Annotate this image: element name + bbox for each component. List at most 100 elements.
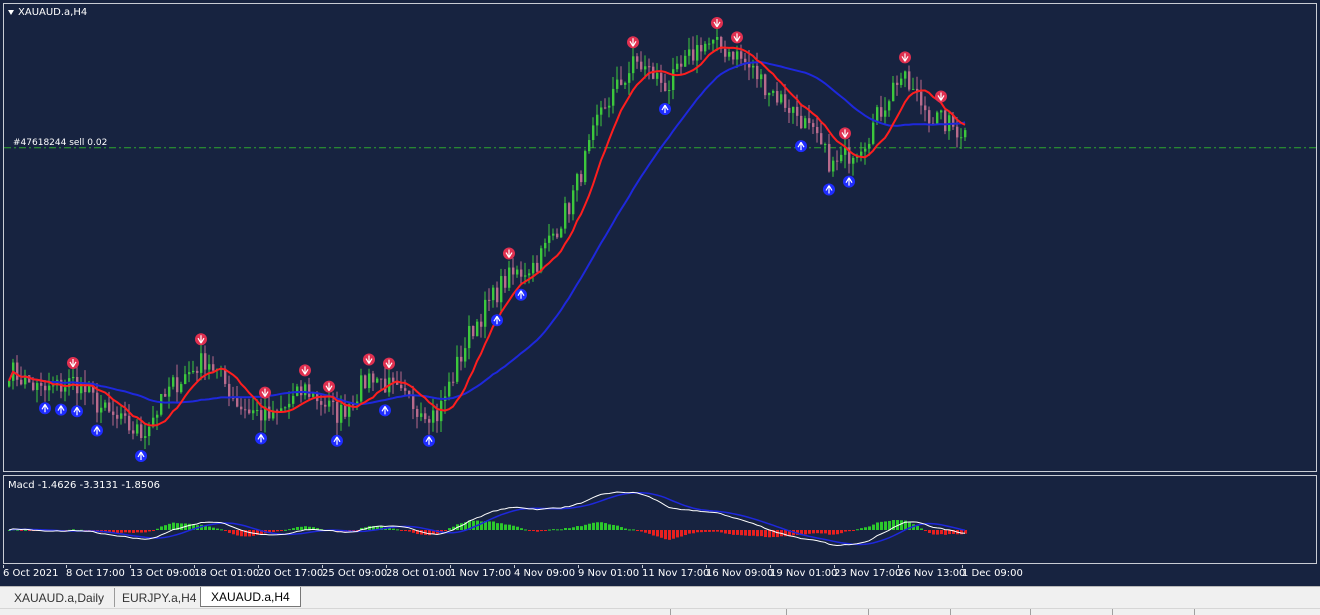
candle-body xyxy=(212,364,215,371)
price-candle xyxy=(708,37,711,50)
macd-histogram-bar xyxy=(668,530,671,540)
status-bar xyxy=(0,608,1320,615)
pane-menu-triangle-icon[interactable] xyxy=(8,9,14,15)
price-candle xyxy=(804,115,807,129)
price-chart-svg[interactable] xyxy=(4,4,1317,472)
candle-body xyxy=(840,154,843,162)
candle-body xyxy=(808,118,811,124)
macd-histogram-bar xyxy=(684,530,687,536)
macd-histogram-bar xyxy=(584,524,587,530)
fast-moving-average-line xyxy=(8,46,966,427)
candle-body xyxy=(872,122,875,144)
price-candle xyxy=(716,26,719,52)
price-candle xyxy=(344,394,347,420)
price-candle xyxy=(656,63,659,86)
macd-histogram-bar xyxy=(924,530,927,531)
price-candle xyxy=(560,226,563,239)
candle-body xyxy=(344,404,347,417)
macd-histogram-bar xyxy=(836,530,839,535)
macd-histogram-bar xyxy=(136,530,139,533)
candle-body xyxy=(96,392,99,413)
macd-histogram-bar xyxy=(808,530,811,534)
price-candle xyxy=(512,258,515,285)
price-candle xyxy=(156,410,159,431)
price-candle xyxy=(200,340,203,381)
macd-histogram-bar xyxy=(156,528,159,530)
price-candle xyxy=(768,92,771,107)
candle-body xyxy=(288,403,291,408)
macd-histogram-bar xyxy=(544,530,547,531)
price-candle xyxy=(180,381,183,394)
price-candle xyxy=(420,402,423,422)
candle-body xyxy=(376,378,379,383)
price-candle xyxy=(268,395,271,422)
price-candle xyxy=(480,313,483,338)
tab-eurjpy-h4[interactable]: EURJPY.a,H4 xyxy=(112,588,208,607)
macd-histogram-bar xyxy=(228,530,231,533)
buy-arrow-icon xyxy=(659,103,671,116)
time-axis-label: 18 Oct 01:00 xyxy=(194,568,260,579)
time-axis-label: 9 Nov 01:00 xyxy=(578,568,640,579)
slow-moving-average-line xyxy=(8,61,966,406)
price-chart-pane[interactable]: XAUAUD.a,H4 #47618244 sell 0.02 xyxy=(3,3,1317,472)
macd-histogram-bar xyxy=(884,521,887,530)
candle-body xyxy=(816,126,819,134)
candle-body xyxy=(336,401,339,423)
candle-body xyxy=(448,381,451,397)
macd-histogram-bar xyxy=(696,530,699,533)
sell-arrow-icon xyxy=(627,36,639,49)
candle-body xyxy=(880,107,883,117)
price-candle xyxy=(616,66,619,93)
macd-histogram-bar xyxy=(540,530,543,532)
macd-histogram-bar xyxy=(832,530,835,535)
price-candle xyxy=(884,97,887,125)
macd-histogram-bar xyxy=(528,530,531,531)
price-candle xyxy=(160,393,163,417)
macd-histogram-bar xyxy=(556,529,559,531)
price-candle xyxy=(176,364,179,402)
candle-body xyxy=(960,137,963,139)
candle-body xyxy=(936,112,939,124)
price-candle xyxy=(828,134,831,173)
price-candle xyxy=(232,386,235,402)
macd-histogram-bar xyxy=(740,530,743,536)
price-candle xyxy=(608,97,611,118)
price-candle xyxy=(812,119,815,134)
price-candle xyxy=(836,150,839,171)
price-candle xyxy=(864,142,867,165)
price-candle xyxy=(116,406,119,429)
candle-body xyxy=(144,436,147,438)
price-candle xyxy=(904,70,907,88)
macd-histogram-bar xyxy=(860,528,863,530)
tab-xauaud-daily[interactable]: XAUAUD.a,Daily xyxy=(4,588,116,607)
price-candle xyxy=(660,64,663,93)
sell-arrow-icon xyxy=(731,31,743,44)
chart-window[interactable]: XAUAUD.a,H4 #47618244 sell 0.02 Macd -1.… xyxy=(0,0,1320,586)
candle-body xyxy=(896,82,899,85)
candle-body xyxy=(64,387,67,392)
macd-indicator-pane[interactable]: Macd -1.4626 -3.3131 -1.8506 xyxy=(3,475,1317,564)
candle-body xyxy=(924,105,927,111)
candle-body xyxy=(292,395,295,404)
macd-histogram-bar xyxy=(552,529,555,531)
macd-histogram-bar xyxy=(152,530,155,531)
price-candle xyxy=(184,365,187,385)
macd-histogram-bar xyxy=(876,522,879,530)
price-candle xyxy=(936,110,939,126)
candle-body xyxy=(516,269,519,275)
status-separator xyxy=(786,609,787,615)
sell-arrow-icon xyxy=(67,356,79,369)
macd-histogram-bar xyxy=(168,523,171,530)
macd-histogram-bar xyxy=(232,530,235,535)
tab-xauaud-h4[interactable]: XAUAUD.a,H4 xyxy=(200,587,301,607)
candle-body xyxy=(520,269,523,277)
candle-body xyxy=(156,414,159,418)
candle-body xyxy=(904,71,907,79)
macd-chart-svg[interactable] xyxy=(4,476,1317,564)
candle-body xyxy=(600,107,603,115)
price-candle xyxy=(664,73,667,92)
candle-body xyxy=(940,110,943,113)
price-candle xyxy=(568,201,571,223)
price-candle xyxy=(536,255,539,274)
macd-histogram-bar xyxy=(652,530,655,536)
